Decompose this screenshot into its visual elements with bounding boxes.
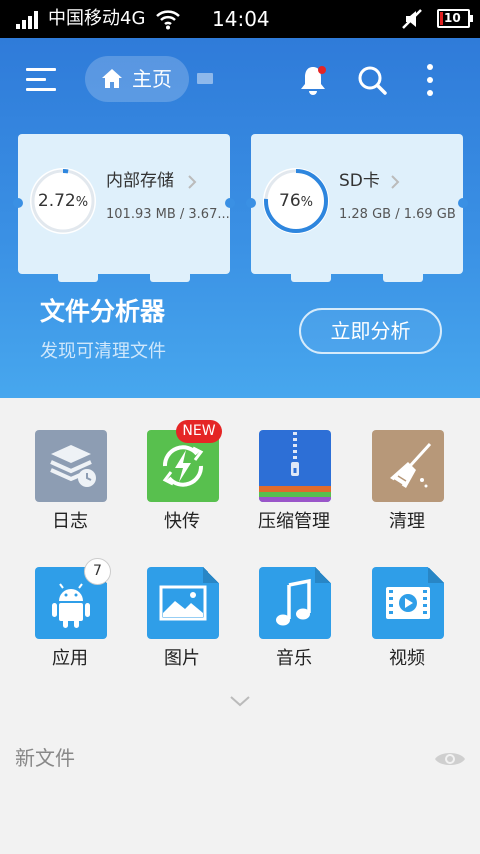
battery-icon: 10 [437,9,473,28]
grid-label: 应用 [52,648,88,669]
log-icon [35,430,107,502]
grid-item-images[interactable]: 图片 [126,567,238,687]
sd-usage: 1.28 GB / 1.69 GB [339,207,456,222]
home-icon [102,69,122,88]
grid-label: 日志 [52,511,88,532]
carrier-name: 中国移动4G [48,8,146,29]
menu-line [26,68,56,71]
image-icon [147,567,219,639]
grid-label: 音乐 [276,648,312,669]
internal-storage-card[interactable]: 2.72% 内部存储 101.93 MB / 3.67... [13,134,235,282]
storage-percent: 2.72% [28,190,98,214]
windows-icon[interactable] [196,72,214,86]
broom-icon [372,430,444,502]
grid-item-video[interactable]: 视频 [351,567,463,687]
sd-card-storage-card[interactable]: 76% SD卡 1.28 GB / 1.69 GB [246,134,468,282]
new-files-label: 新文件 [15,746,75,770]
grid-label: 视频 [389,648,425,669]
grid-item-quick-transfer[interactable]: 快传 [126,430,238,550]
analyzer-subtitle: 发现可清理文件 [40,341,166,362]
chevron-down-icon[interactable] [228,693,252,709]
sd-percent: 76% [261,190,331,214]
sd-percent-sign: % [300,195,313,210]
app-count-badge: 7 [84,558,111,585]
grid-label: 清理 [389,511,425,532]
menu-line [26,88,56,91]
analyzer-title: 文件分析器 [40,297,166,326]
sd-name: SD卡 [339,171,380,191]
new-badge: NEW [176,420,222,443]
menu-button[interactable] [26,66,58,94]
grid-label: 压缩管理 [258,511,330,532]
grid-item-music[interactable]: 音乐 [238,567,350,687]
header: 主页 2.72% 内部存储 101.93 MB / 3.67... 76% SD… [0,38,480,398]
chevron-right-icon [391,175,400,189]
clock: 14:04 [212,7,270,31]
storage-percent-sign: % [75,195,89,210]
notification-bell-icon[interactable] [298,64,328,96]
storage-name: 内部存储 [106,171,174,191]
chevron-right-icon [188,175,197,189]
search-icon[interactable] [356,64,388,96]
archive-icon [259,430,331,502]
wifi-icon [156,10,180,30]
grid-label: 图片 [164,648,200,669]
status-bar: 中国移动4G 14:04 10 [0,0,480,38]
music-icon [259,567,331,639]
more-options-icon[interactable] [424,62,436,98]
home-label: 主页 [132,67,172,91]
grid-item-clean[interactable]: 清理 [351,430,463,550]
home-tab[interactable]: 主页 [85,56,189,102]
video-icon [372,567,444,639]
sd-percent-value: 76 [279,191,301,211]
storage-percent-value: 2.72 [37,191,76,211]
storage-usage: 101.93 MB / 3.67... [106,207,230,222]
grid-item-archive[interactable]: 压缩管理 [238,430,350,550]
analyze-now-button[interactable]: 立即分析 [299,308,442,354]
grid-item-apps[interactable]: 应用 [14,567,126,687]
eye-icon[interactable] [434,748,466,770]
battery-level: 10 [444,11,461,25]
grid-item-log[interactable]: 日志 [14,430,126,550]
grid-label: 快传 [164,511,200,532]
menu-line [26,78,46,81]
mute-icon [402,9,422,29]
signal-icon [16,11,38,29]
